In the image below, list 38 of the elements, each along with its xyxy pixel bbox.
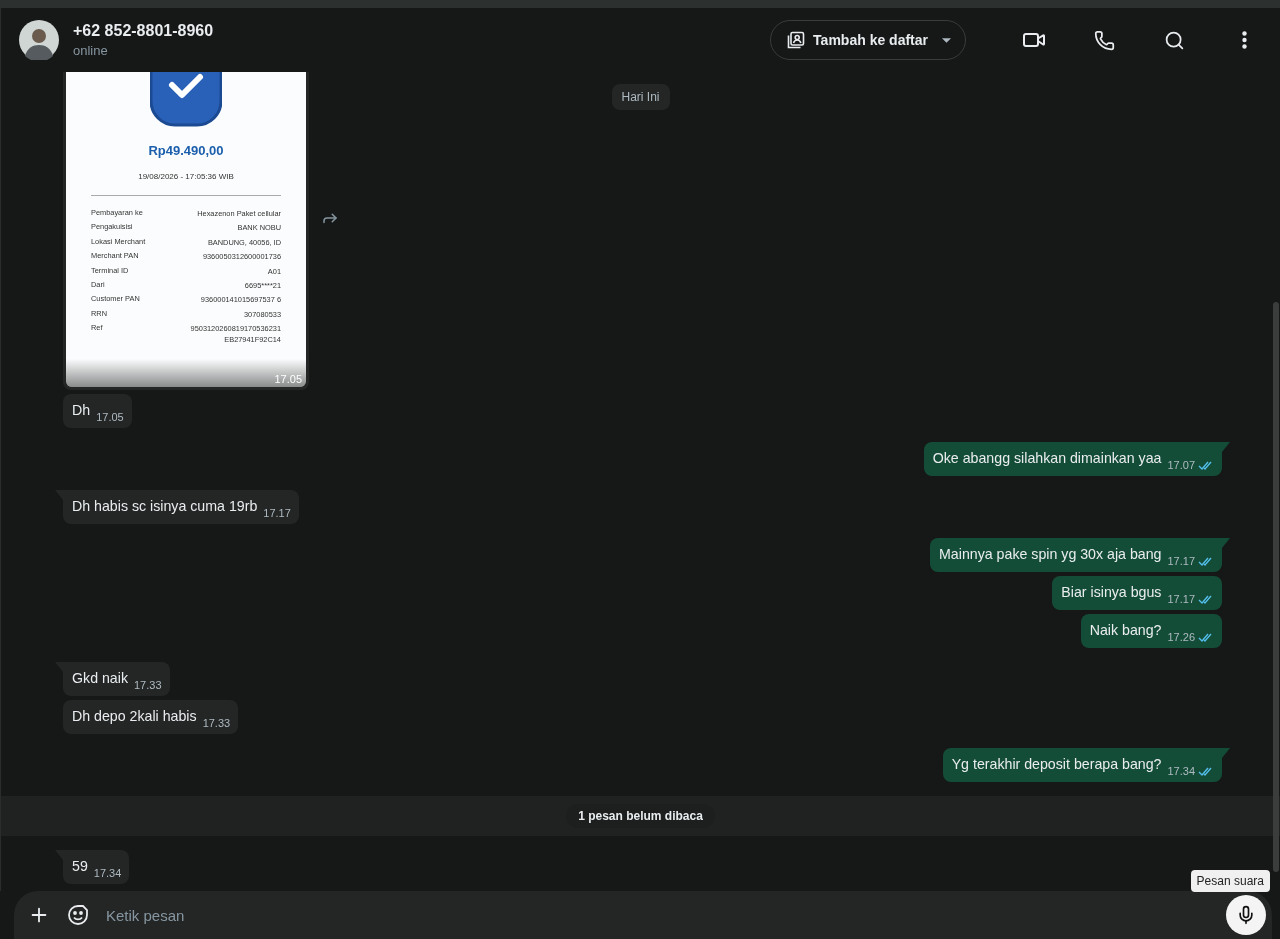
sticker-icon[interactable] [66,903,90,927]
checkmark-icon [150,72,222,127]
message-time: 17.17 [1167,555,1195,567]
scrollbar[interactable] [1273,302,1279,872]
date-chip: Hari Ini [611,84,670,110]
message-text: Gkd naik [72,669,128,688]
message-time: 17.17 [263,507,291,519]
message-text: Mainnya pake spin yg 30x aja bang [939,545,1162,564]
message-time: 17.07 [1167,459,1195,471]
receipt-amount: Rp49.490,00 [148,143,224,158]
microphone-icon [1236,905,1256,925]
message-time: 17.17 [1167,593,1195,605]
message-time: 17.33 [134,679,162,691]
message-text: Naik bang? [1089,621,1162,640]
message-text: Dh [72,401,91,420]
receipt-datetime: 19/08/2026 - 17:05:36 WIB [138,172,234,181]
message-text: Oke abangg silahkan dimainkan yaa [932,449,1162,468]
message-text: Dh habis sc isinya cuma 19rb [72,497,258,516]
phone-icon [1093,29,1115,51]
message-time: 17.34 [1167,765,1195,777]
menu-icon [1241,31,1247,49]
message-time: 17.26 [1167,631,1195,643]
contact-status: online [73,43,109,58]
avatar[interactable] [19,20,59,60]
search-icon [1163,29,1185,51]
voice-message-button[interactable] [1226,895,1266,935]
message-text: Dh depo 2kali habis [72,707,197,726]
message-time: 17.34 [93,867,122,879]
tooltip: Pesan suara [1190,870,1270,892]
message-time: 17.05 [96,411,124,423]
contact-name: +62 852-8801-8960 [73,22,215,40]
message-time: 17.33 [202,717,231,729]
caret-icon [942,37,951,43]
message-input[interactable]: Ketik pesan [104,905,1212,925]
contact-card-icon [787,31,806,49]
message-text: Biar isinya bgus [1061,583,1162,602]
message-time: 17.05 [274,373,302,385]
message-text: Yg terakhir deposit berapa bang? [951,755,1162,774]
